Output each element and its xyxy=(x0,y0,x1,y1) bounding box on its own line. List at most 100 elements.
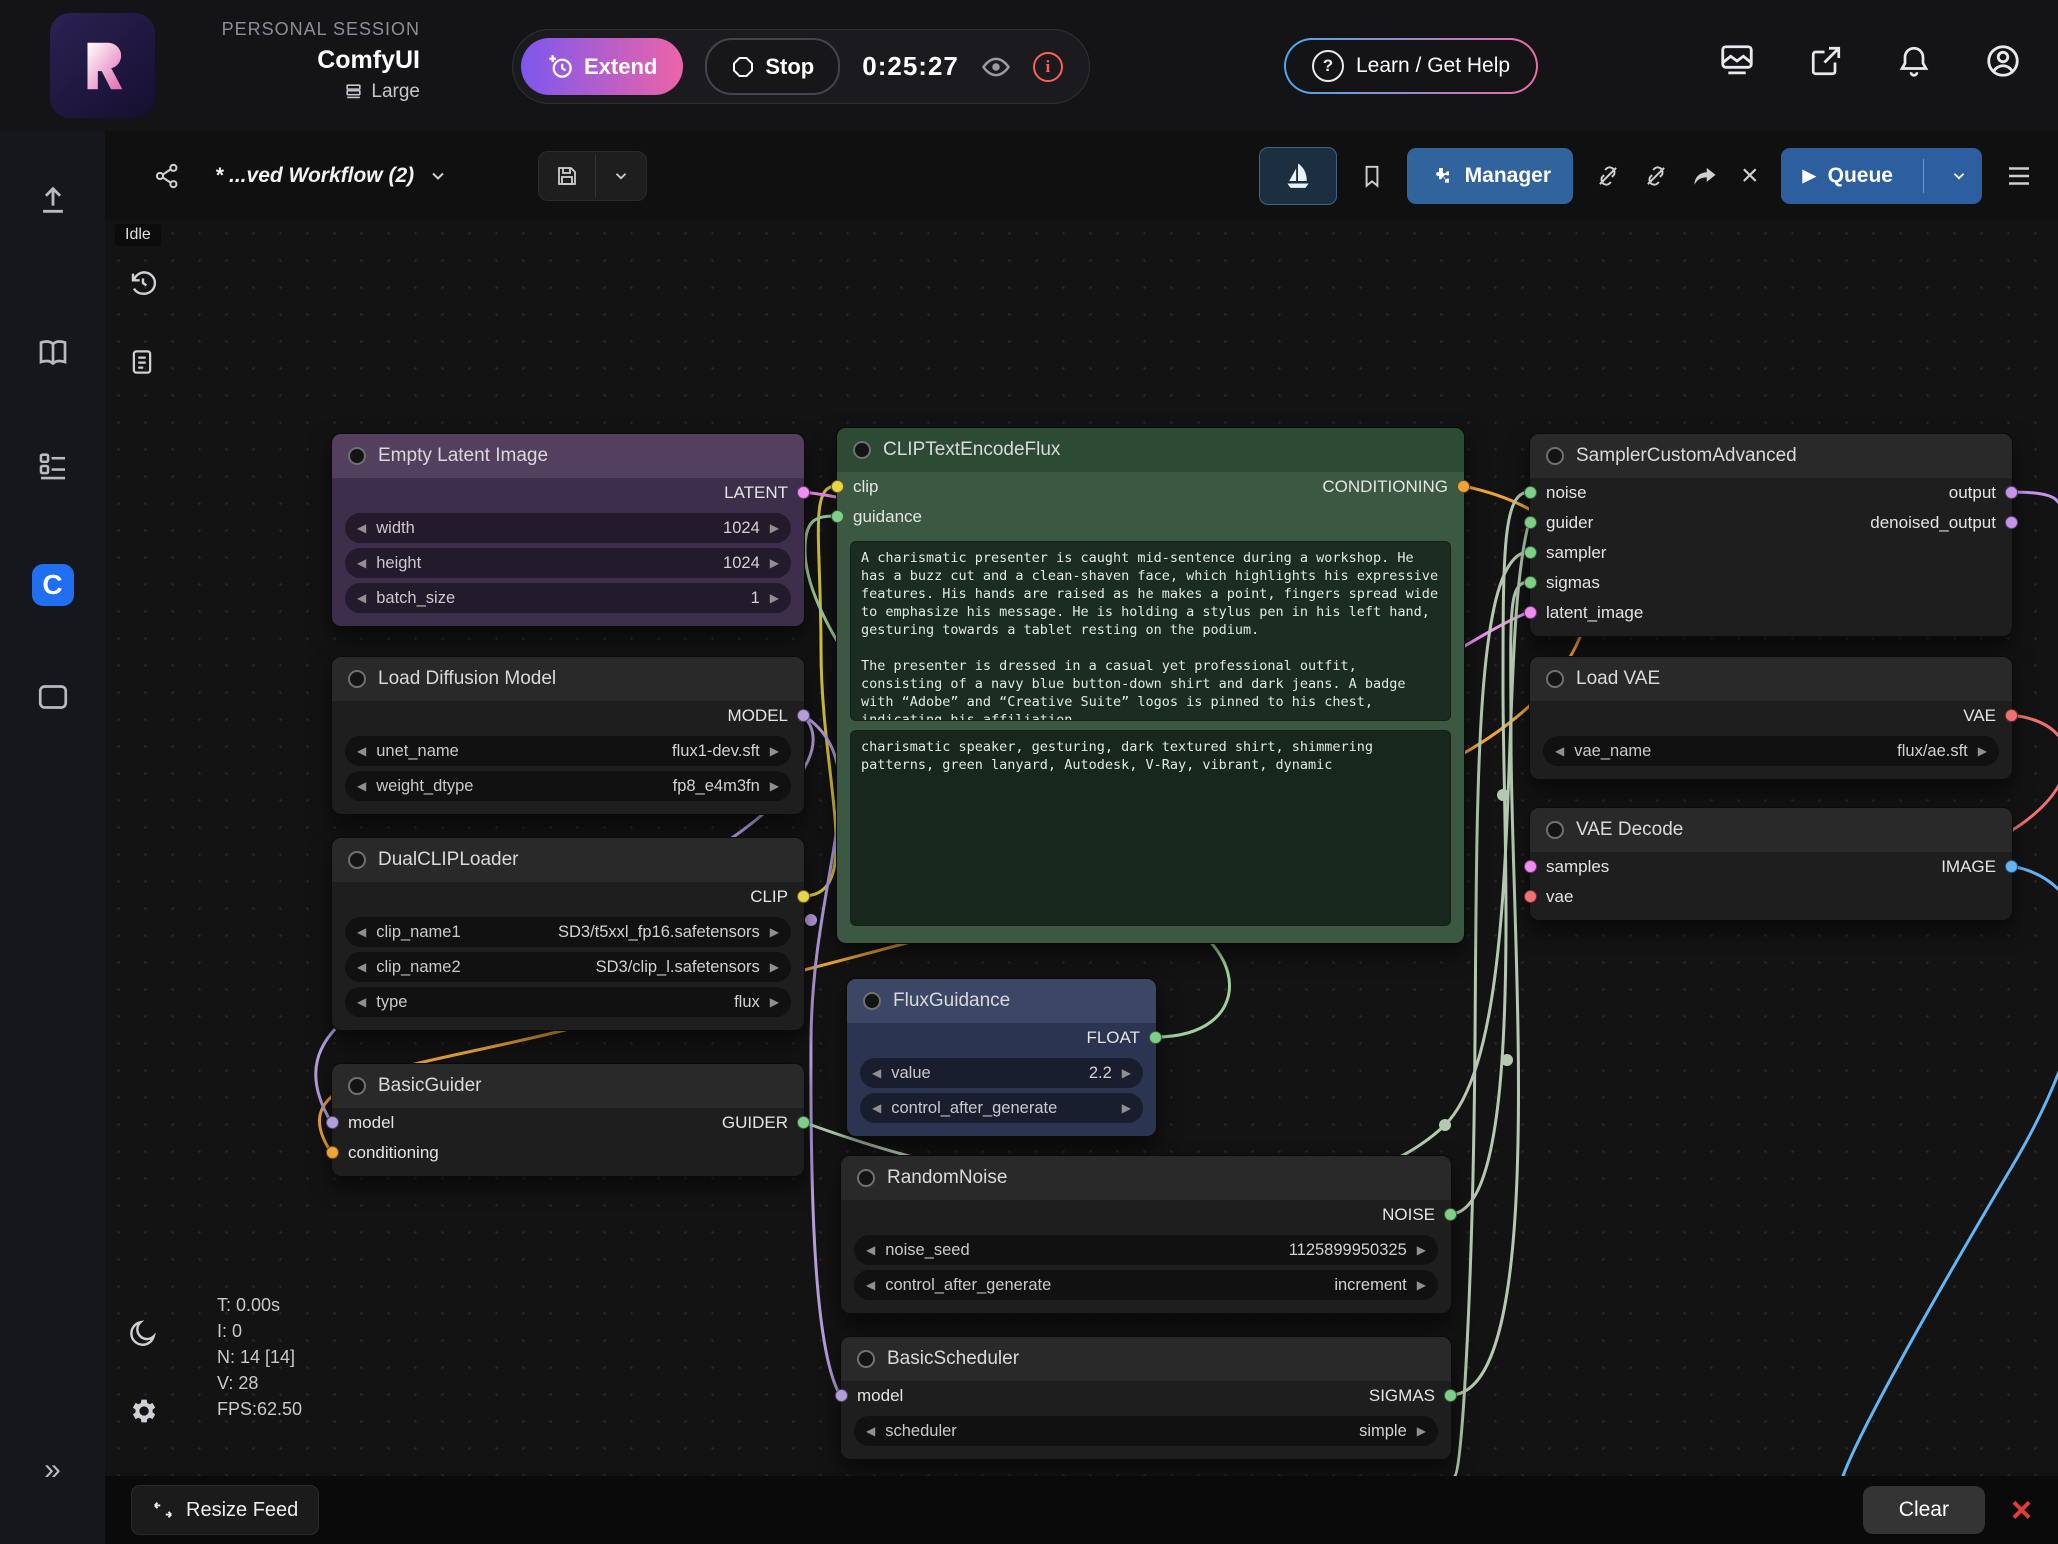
node-title[interactable]: CLIPTextEncodeFlux xyxy=(837,428,1464,472)
widget-noise_seed[interactable]: ◀noise_seed1125899950325▶ xyxy=(854,1235,1438,1265)
node-graph-canvas[interactable]: Idle T: 0.00s I: 0 N: 14 [14] V: 28 FPS:… xyxy=(105,220,2058,1476)
mute-links-icon[interactable] xyxy=(1595,163,1621,189)
widget-value[interactable]: ◀value2.2▶ xyxy=(860,1058,1143,1088)
input-port-latent_image[interactable] xyxy=(1524,606,1537,619)
extend-button[interactable]: Extend xyxy=(521,38,683,95)
share-nodes-icon[interactable] xyxy=(153,162,181,190)
input-port-guider[interactable] xyxy=(1524,516,1537,529)
settings-gear-icon[interactable] xyxy=(127,1395,159,1427)
input-port-guidance[interactable] xyxy=(831,510,844,523)
resize-feed-button[interactable]: Resize Feed xyxy=(131,1485,319,1535)
increment-arrow[interactable]: ▶ xyxy=(770,925,779,939)
stop-button[interactable]: Stop xyxy=(705,38,840,95)
increment-arrow[interactable]: ▶ xyxy=(1978,744,1987,758)
widget-batch_size[interactable]: ◀batch_size1▶ xyxy=(345,583,791,613)
input-port-model[interactable] xyxy=(835,1389,848,1402)
node-clip-text-encode-flux[interactable]: CLIPTextEncodeFluxclipCONDITIONINGguidan… xyxy=(836,427,1465,944)
output-port-VAE[interactable] xyxy=(2005,709,2018,722)
decrement-arrow[interactable]: ◀ xyxy=(357,521,366,535)
input-port-clip[interactable] xyxy=(831,480,844,493)
increment-arrow[interactable]: ▶ xyxy=(770,779,779,793)
widget-width[interactable]: ◀width1024▶ xyxy=(345,513,791,543)
input-port-samples[interactable] xyxy=(1524,860,1537,873)
node-title[interactable]: FluxGuidance xyxy=(847,979,1156,1023)
output-port-NOISE[interactable] xyxy=(1444,1208,1457,1221)
increment-arrow[interactable]: ▶ xyxy=(1417,1243,1426,1257)
decrement-arrow[interactable]: ◀ xyxy=(357,591,366,605)
collapse-dot[interactable] xyxy=(853,441,871,459)
collapse-dot[interactable] xyxy=(857,1350,875,1368)
input-port-sampler[interactable] xyxy=(1524,546,1537,559)
node-title[interactable]: RandomNoise xyxy=(841,1156,1451,1200)
widget-clip_name1[interactable]: ◀clip_name1SD3/t5xxl_fp16.safetensors▶ xyxy=(345,917,791,947)
decrement-arrow[interactable]: ◀ xyxy=(1555,744,1564,758)
visibility-eye-icon[interactable] xyxy=(981,52,1011,82)
widget-weight_dtype[interactable]: ◀weight_dtypefp8_e4m3fn▶ xyxy=(345,771,791,801)
decrement-arrow[interactable]: ◀ xyxy=(866,1278,875,1292)
expand-sidebar-icon[interactable]: » xyxy=(44,1453,61,1487)
increment-arrow[interactable]: ▶ xyxy=(770,744,779,758)
output-port-FLOAT[interactable] xyxy=(1149,1031,1162,1044)
queue-options-button[interactable] xyxy=(1936,167,1982,185)
increment-arrow[interactable]: ▶ xyxy=(770,960,779,974)
workflow-window-icon[interactable] xyxy=(35,679,71,715)
node-title[interactable]: VAE Decode xyxy=(1530,808,2012,852)
output-port-IMAGE[interactable] xyxy=(2005,860,2018,873)
widget-height[interactable]: ◀height1024▶ xyxy=(345,548,791,578)
node-title[interactable]: SamplerCustomAdvanced xyxy=(1530,434,2012,478)
widget-unet_name[interactable]: ◀unet_nameflux1-dev.sft▶ xyxy=(345,736,791,766)
collapse-dot[interactable] xyxy=(348,670,366,688)
prompt-text-1[interactable]: A charismatic presenter is caught mid-se… xyxy=(850,541,1451,721)
account-icon[interactable] xyxy=(1984,42,2022,80)
clear-button[interactable]: Clear xyxy=(1863,1486,1985,1534)
output-port-GUIDER[interactable] xyxy=(797,1116,810,1129)
output-port-LATENT[interactable] xyxy=(797,486,810,499)
theme-moon-icon[interactable] xyxy=(127,1317,159,1349)
collapse-dot[interactable] xyxy=(1546,670,1564,688)
node-load-diffusion-model[interactable]: Load Diffusion ModelMODEL◀unet_nameflux1… xyxy=(331,656,805,815)
external-link-icon[interactable] xyxy=(1808,43,1844,79)
node-basic-guider[interactable]: BasicGuidermodelGUIDERconditioning xyxy=(331,1063,805,1177)
node-flux-guidance[interactable]: FluxGuidanceFLOAT◀value2.2▶◀control_afte… xyxy=(846,978,1157,1137)
decrement-arrow[interactable]: ◀ xyxy=(357,779,366,793)
queue-list-icon[interactable] xyxy=(36,449,70,483)
node-title[interactable]: DualCLIPLoader xyxy=(332,838,804,882)
comfyui-logo-icon[interactable]: C xyxy=(32,564,74,606)
collapse-dot[interactable] xyxy=(348,447,366,465)
sail-button[interactable] xyxy=(1259,147,1337,205)
bookmark-icon[interactable] xyxy=(1359,163,1385,189)
save-options-button[interactable] xyxy=(595,155,646,197)
session-info-icon[interactable]: i xyxy=(1033,52,1063,82)
node-title[interactable]: BasicScheduler xyxy=(841,1337,1451,1381)
input-port-model[interactable] xyxy=(326,1116,339,1129)
node-random-noise[interactable]: RandomNoiseNOISE◀noise_seed1125899950325… xyxy=(840,1155,1452,1314)
output-port-output[interactable] xyxy=(2005,486,2018,499)
decrement-arrow[interactable]: ◀ xyxy=(872,1101,881,1115)
input-port-noise[interactable] xyxy=(1524,486,1537,499)
manager-button[interactable]: Manager xyxy=(1407,148,1573,204)
node-load-vae[interactable]: Load VAEVAE◀vae_nameflux/ae.sft▶ xyxy=(1529,656,2013,780)
node-title[interactable]: Load VAE xyxy=(1530,657,2012,701)
queue-button[interactable]: ▶ Queue xyxy=(1781,148,1982,204)
input-port-sigmas[interactable] xyxy=(1524,576,1537,589)
node-vae-decode[interactable]: VAE DecodesamplesIMAGEvae xyxy=(1529,807,2013,921)
decrement-arrow[interactable]: ◀ xyxy=(357,744,366,758)
increment-arrow[interactable]: ▶ xyxy=(770,995,779,1009)
collapse-dot[interactable] xyxy=(348,1077,366,1095)
node-empty-latent-image[interactable]: Empty Latent ImageLATENT◀width1024▶◀heig… xyxy=(331,433,805,627)
increment-arrow[interactable]: ▶ xyxy=(1417,1278,1426,1292)
node-basic-scheduler[interactable]: BasicSchedulermodelSIGMAS◀schedulersimpl… xyxy=(840,1336,1452,1460)
decrement-arrow[interactable]: ◀ xyxy=(357,995,366,1009)
save-button[interactable] xyxy=(539,152,595,200)
output-port-CONDITIONING[interactable] xyxy=(1457,480,1470,493)
decrement-arrow[interactable]: ◀ xyxy=(866,1243,875,1257)
help-button[interactable]: ? Learn / Get Help xyxy=(1286,40,1536,92)
widget-control_after_generate[interactable]: ◀control_after_generate▶ xyxy=(860,1093,1143,1123)
rundiffusion-logo[interactable] xyxy=(50,13,155,118)
collapse-dot[interactable] xyxy=(1546,447,1564,465)
collapse-dot[interactable] xyxy=(857,1169,875,1187)
node-sampler-custom-advanced[interactable]: SamplerCustomAdvancednoiseoutputguiderde… xyxy=(1529,433,2013,637)
output-port-MODEL[interactable] xyxy=(797,709,810,722)
decrement-arrow[interactable]: ◀ xyxy=(357,960,366,974)
input-port-conditioning[interactable] xyxy=(326,1146,339,1159)
